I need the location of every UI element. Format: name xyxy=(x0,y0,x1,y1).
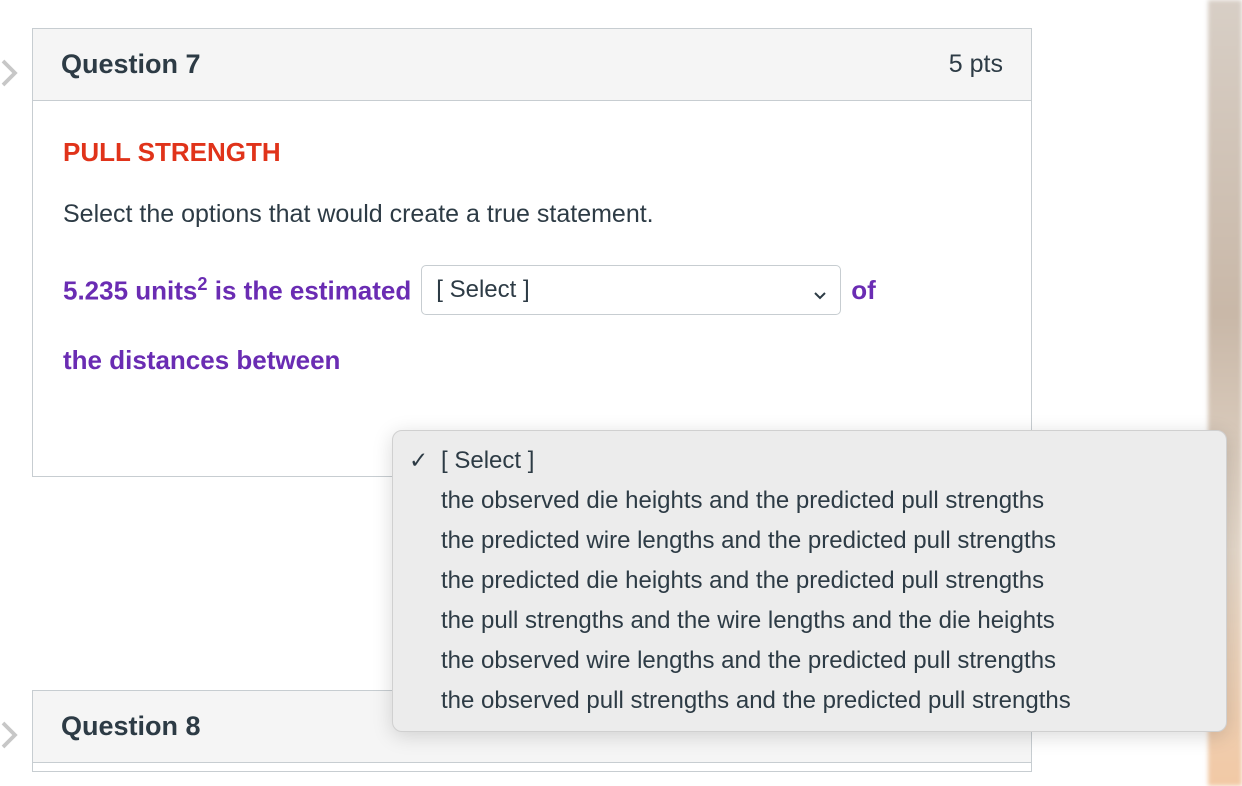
statement-text-2: the distances between xyxy=(63,345,340,376)
dropdown-option-4[interactable]: the pull strengths and the wire lengths … xyxy=(393,601,1226,641)
select-dropdown-1[interactable]: [ Select ] xyxy=(421,265,841,315)
dropdown-menu: [ Select ] the observed die heights and … xyxy=(392,430,1227,732)
statement-text-1: 5.235 units2 is the estimated xyxy=(63,274,411,307)
question-8-body xyxy=(33,763,1031,771)
statement-text-exponent: 2 xyxy=(197,274,207,294)
statement-row-1: 5.235 units2 is the estimated [ Select ]… xyxy=(63,265,1001,315)
dropdown-option-3[interactable]: the predicted die heights and the predic… xyxy=(393,561,1226,601)
chevron-down-icon xyxy=(812,282,828,298)
expand-chevron-icon[interactable] xyxy=(0,58,18,88)
question-7-body: PULL STRENGTH Select the options that wo… xyxy=(33,101,1031,476)
question-7-heading: PULL STRENGTH xyxy=(63,137,1001,168)
question-7-title: Question 7 xyxy=(61,49,201,80)
dropdown-option-6[interactable]: the observed pull strengths and the pred… xyxy=(393,681,1226,721)
question-8-title: Question 8 xyxy=(61,711,201,742)
dropdown-option-2[interactable]: the predicted wire lengths and the predi… xyxy=(393,521,1226,561)
statement-of: of xyxy=(851,275,876,306)
expand-chevron-icon[interactable] xyxy=(0,720,18,750)
statement-row-2: the distances between xyxy=(63,345,1001,376)
question-7-card: Question 7 5 pts PULL STRENGTH Select th… xyxy=(32,28,1032,477)
question-7-points: 5 pts xyxy=(949,50,1003,79)
question-7-header: Question 7 5 pts xyxy=(33,29,1031,101)
dropdown-option-select[interactable]: [ Select ] xyxy=(393,441,1226,481)
question-7-instruction: Select the options that would create a t… xyxy=(63,200,1001,229)
statement-text-prefix: 5.235 units xyxy=(63,275,197,305)
select-value: [ Select ] xyxy=(436,276,529,303)
statement-text-suffix: is the estimated xyxy=(208,275,412,305)
dropdown-option-5[interactable]: the observed wire lengths and the predic… xyxy=(393,641,1226,681)
dropdown-option-1[interactable]: the observed die heights and the predict… xyxy=(393,481,1226,521)
